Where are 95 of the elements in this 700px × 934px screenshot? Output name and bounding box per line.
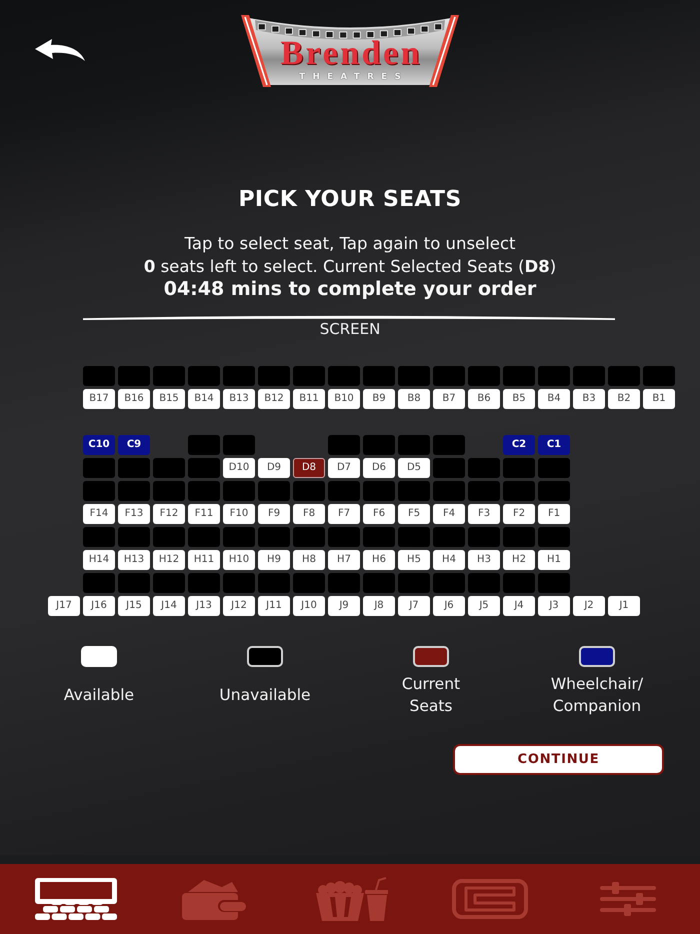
- seat-status-text: 0 seats left to select. Current Selected Seats (D8): [144, 256, 556, 278]
- seat-button[interactable]: H2: [503, 550, 535, 570]
- seat-button[interactable]: H9: [258, 550, 290, 570]
- seat-button[interactable]: B11: [293, 389, 325, 409]
- seat-button[interactable]: F6: [363, 504, 395, 524]
- seat-button[interactable]: B6: [468, 389, 500, 409]
- seat-button[interactable]: J17: [48, 596, 80, 616]
- theater-seats-icon: [35, 878, 117, 920]
- seat-button[interactable]: F12: [153, 504, 185, 524]
- seat-button[interactable]: D10: [223, 458, 255, 478]
- page-title: PICK YOUR SEATS: [238, 187, 462, 213]
- legend-label: Wheelchair/ Companion: [550, 674, 644, 717]
- nav-tab[interactable]: [35, 878, 117, 920]
- seat-button[interactable]: B4: [538, 389, 570, 409]
- seat-button[interactable]: D6: [363, 458, 395, 478]
- sliders-icon: [600, 882, 656, 916]
- seat-button[interactable]: F4: [433, 504, 465, 524]
- seat-button[interactable]: J11: [258, 596, 290, 616]
- brand-name: Brenden: [279, 37, 422, 71]
- seat-button[interactable]: H6: [363, 550, 395, 570]
- legend-label: Current Seats: [402, 674, 460, 717]
- wheelchair-seat-button[interactable]: C2: [503, 435, 535, 455]
- timer-text: 04:48 mins to complete your order: [164, 278, 536, 301]
- seat-button[interactable]: B16: [118, 389, 150, 409]
- seat-button[interactable]: B7: [433, 389, 465, 409]
- seat-button[interactable]: F5: [398, 504, 430, 524]
- seat-button[interactable]: B1: [643, 389, 675, 409]
- seat-button[interactable]: J8: [363, 596, 395, 616]
- seat-button[interactable]: B14: [188, 389, 220, 409]
- seat-button[interactable]: J14: [153, 596, 185, 616]
- wheelchair-seat-button[interactable]: C9: [118, 435, 150, 455]
- continue-button[interactable]: CONTINUE: [453, 744, 664, 775]
- seat-button[interactable]: F14: [83, 504, 115, 524]
- seat-button[interactable]: F9: [258, 504, 290, 524]
- seat-button[interactable]: H8: [293, 550, 325, 570]
- seat-button[interactable]: D7: [328, 458, 360, 478]
- seat-button[interactable]: D9: [258, 458, 290, 478]
- seat-button[interactable]: H5: [398, 550, 430, 570]
- seat-button[interactable]: H4: [433, 550, 465, 570]
- legend-label: Available: [64, 685, 134, 706]
- seat-button[interactable]: B17: [83, 389, 115, 409]
- seat-button[interactable]: H14: [83, 550, 115, 570]
- seat-button[interactable]: F13: [118, 504, 150, 524]
- seat-button[interactable]: J4: [503, 596, 535, 616]
- seat-button[interactable]: B3: [573, 389, 605, 409]
- seat-button[interactable]: F3: [468, 504, 500, 524]
- wheelchair-seat-button[interactable]: C10: [83, 435, 115, 455]
- swatch-icon: [81, 646, 117, 667]
- seat-button[interactable]: H13: [118, 550, 150, 570]
- seat-button[interactable]: B2: [608, 389, 640, 409]
- seat-button[interactable]: J7: [398, 596, 430, 616]
- brand-tagline: THEATRES: [298, 72, 408, 83]
- seat-button[interactable]: J1: [608, 596, 640, 616]
- seat-button[interactable]: H7: [328, 550, 360, 570]
- seat-button[interactable]: J9: [328, 596, 360, 616]
- screen-label: SCREEN: [320, 320, 380, 338]
- seat-button[interactable]: J3: [538, 596, 570, 616]
- seat-button[interactable]: B9: [363, 389, 395, 409]
- legend-label: Unavailable: [219, 685, 311, 706]
- seat-button[interactable]: F11: [188, 504, 220, 524]
- seat-button[interactable]: H12: [153, 550, 185, 570]
- seat-button[interactable]: H1: [538, 550, 570, 570]
- seat-button[interactable]: B5: [503, 389, 535, 409]
- selected-seat-button[interactable]: D8: [293, 458, 325, 478]
- seat-button[interactable]: F2: [503, 504, 535, 524]
- popcorn-drink-icon: [316, 877, 388, 921]
- seat-button[interactable]: B8: [398, 389, 430, 409]
- seat-button[interactable]: B12: [258, 389, 290, 409]
- seat-button[interactable]: J2: [573, 596, 605, 616]
- seat-button[interactable]: B13: [223, 389, 255, 409]
- seat-button[interactable]: F8: [293, 504, 325, 524]
- swatch-icon: [413, 646, 449, 667]
- seat-button[interactable]: B10: [328, 389, 360, 409]
- wheelchair-seat-button[interactable]: C1: [538, 435, 570, 455]
- swatch-icon: [247, 646, 283, 667]
- seat-button[interactable]: J16: [83, 596, 115, 616]
- swatch-icon: [579, 646, 615, 667]
- seat-button[interactable]: H11: [188, 550, 220, 570]
- seat-button[interactable]: F7: [328, 504, 360, 524]
- seat-button[interactable]: J6: [433, 596, 465, 616]
- seat-button[interactable]: J5: [468, 596, 500, 616]
- seat-button[interactable]: D5: [398, 458, 430, 478]
- instruction-text: Tap to select seat, Tap again to unselect: [184, 233, 516, 255]
- seat-button[interactable]: H3: [468, 550, 500, 570]
- seat-button[interactable]: H10: [223, 550, 255, 570]
- seat-button[interactable]: F1: [538, 504, 570, 524]
- seat-button[interactable]: J12: [223, 596, 255, 616]
- seat-button[interactable]: J13: [188, 596, 220, 616]
- back-icon[interactable]: [35, 38, 85, 62]
- seat-button[interactable]: B15: [153, 389, 185, 409]
- seat-button[interactable]: F10: [223, 504, 255, 524]
- seat-button[interactable]: J10: [293, 596, 325, 616]
- seat-button[interactable]: J15: [118, 596, 150, 616]
- c-logo-icon: [452, 879, 528, 919]
- wallet-icon: [182, 878, 246, 920]
